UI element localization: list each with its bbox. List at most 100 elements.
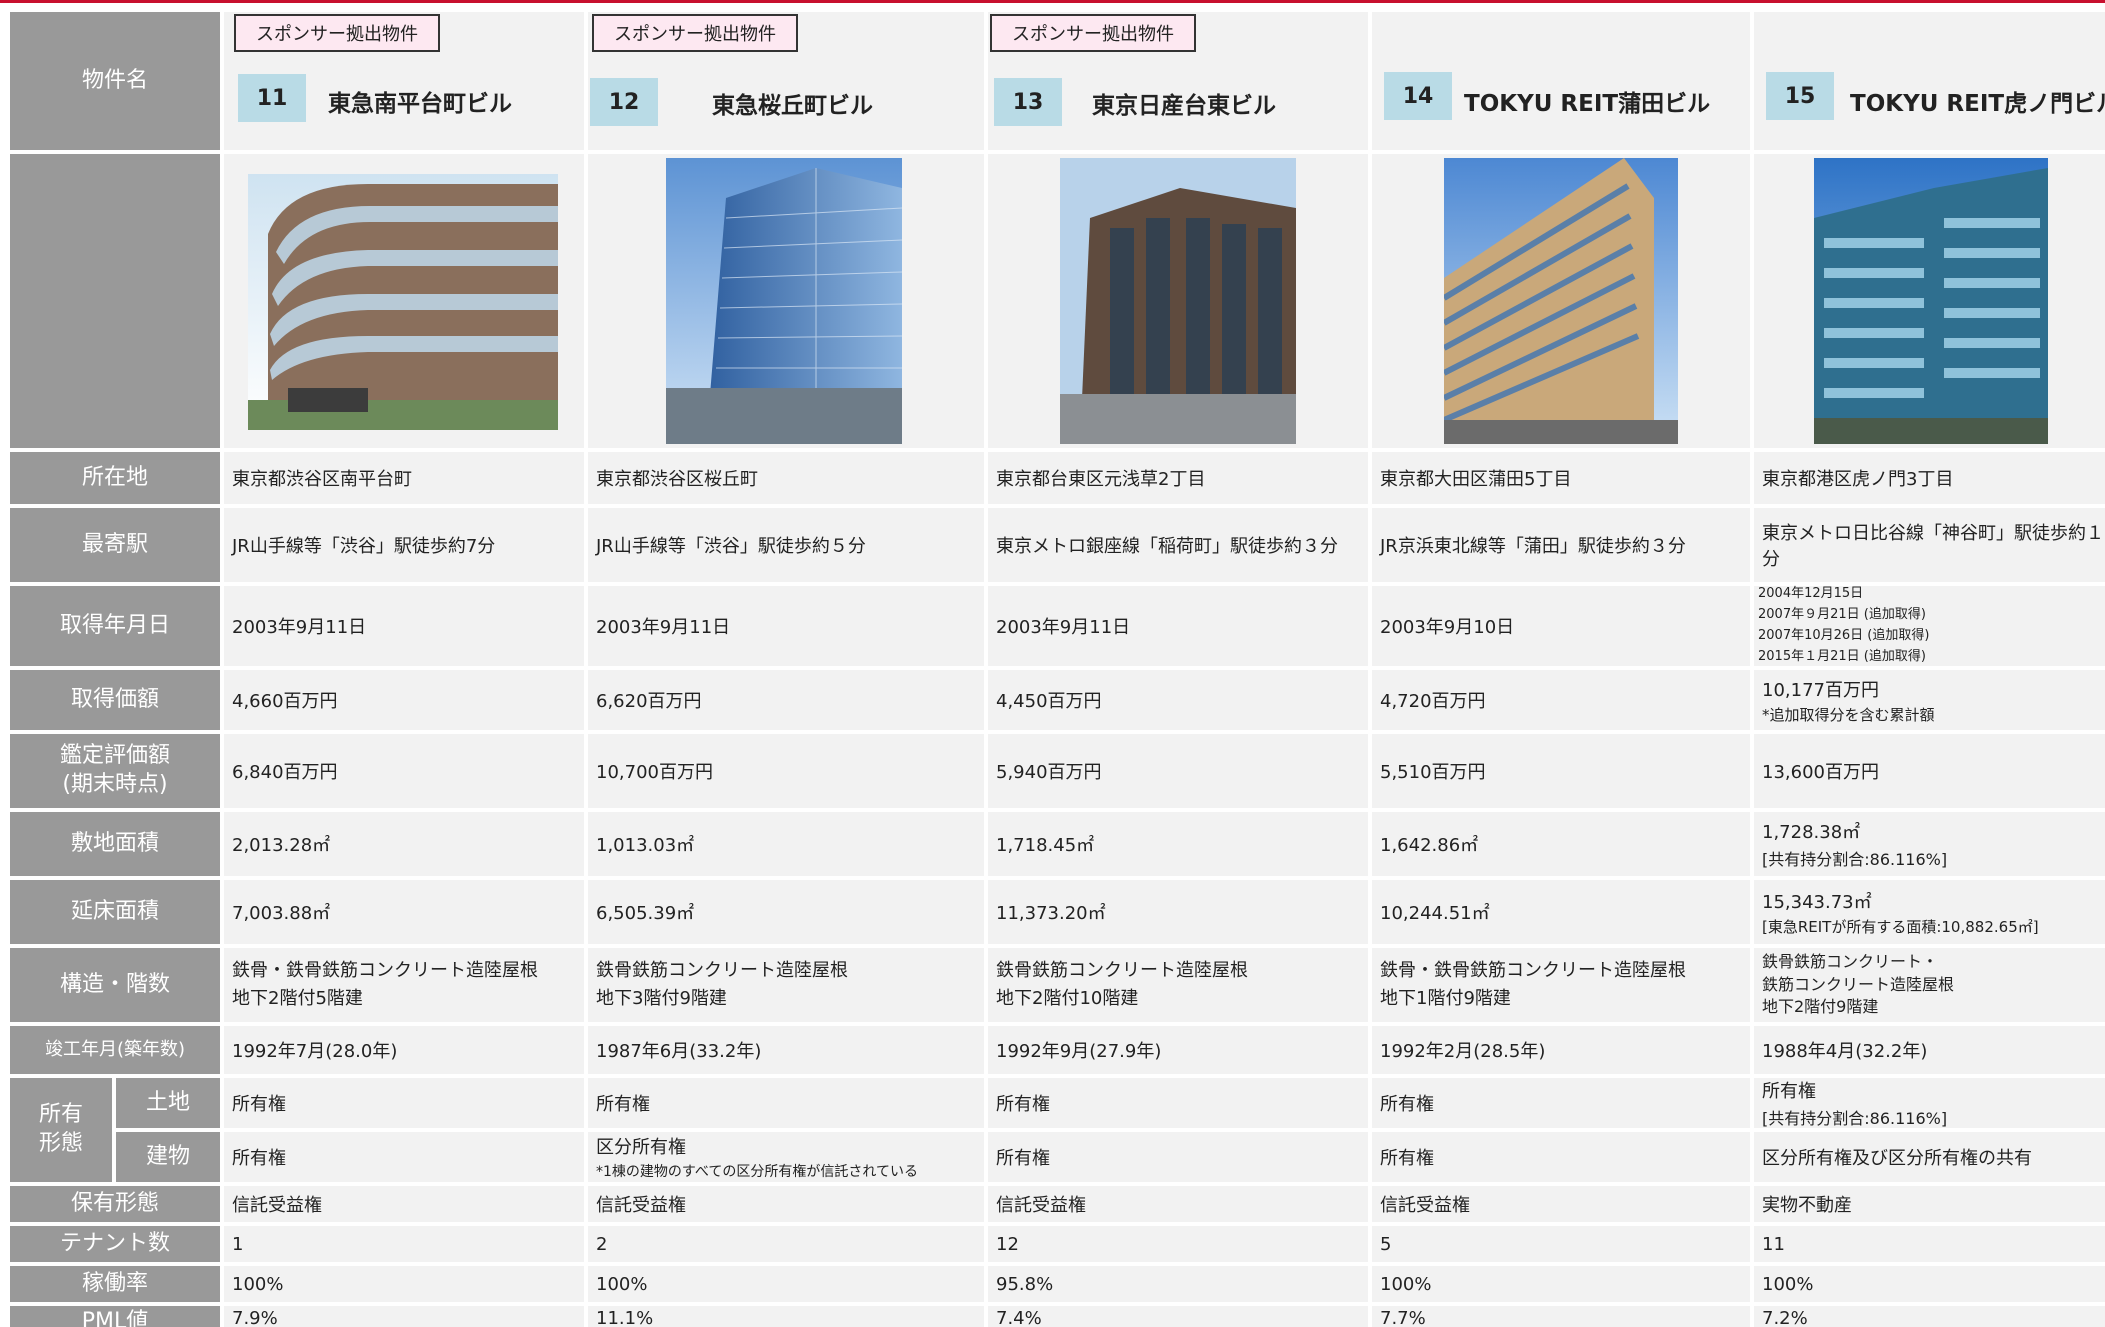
- building-photo-14: [1444, 158, 1678, 444]
- photo-cell-12: [588, 154, 984, 448]
- row-structure: 構造・階数 鉄骨・鉄骨鉄筋コンクリート造陸屋根 地下2階付5階建 鉄骨鉄筋コンク…: [10, 948, 2105, 1022]
- row-building-right: 建物 所有権 区分所有権 *1棟の建物のすべての区分所有権が信託されている 所有…: [10, 1132, 2105, 1182]
- building-right-note: *1棟の建物のすべての区分所有権が信託されている: [596, 1164, 918, 1180]
- occupancy-12: 100%: [588, 1266, 984, 1302]
- land-right-12: 所有権: [588, 1078, 984, 1128]
- floor-area-14: 10,244.51㎡: [1372, 880, 1750, 944]
- land-area-note: [共有持分割合:86.116%]: [1762, 850, 1948, 869]
- label-station: 最寄駅: [10, 508, 220, 582]
- land-right-value: 所有権: [1762, 1081, 1816, 1102]
- label-occupancy: 稼働率: [10, 1266, 220, 1302]
- name-cell-12: スポンサー拠出物件 12 東急桜丘町ビル: [588, 12, 984, 150]
- acq-price-value: 10,177百万円: [1762, 679, 1879, 701]
- property-name: 東急南平台町ビル: [328, 91, 512, 117]
- row-name: 物件名 スポンサー拠出物件 11 東急南平台町ビル スポンサー拠出物件 12 東…: [10, 12, 2105, 150]
- label-land-area: 敷地面積: [10, 812, 220, 876]
- structure-line: 鉄骨・鉄骨鉄筋コンクリート造陸屋根: [232, 960, 538, 982]
- holding-14: 信託受益権: [1372, 1186, 1750, 1222]
- sponsor-badge: スポンサー拠出物件: [592, 14, 798, 52]
- label-name: 物件名: [10, 12, 220, 150]
- property-name: 東急桜丘町ビル: [712, 93, 873, 119]
- label-location: 所在地: [10, 452, 220, 504]
- property-number: 12: [590, 78, 658, 126]
- completion-14: 1992年2月(28.5年): [1372, 1026, 1750, 1074]
- occupancy-11: 100%: [224, 1266, 584, 1302]
- label-holding: 保有形態: [10, 1186, 220, 1222]
- tenants-11: 1: [224, 1226, 584, 1262]
- row-photo: [10, 154, 2105, 448]
- floor-area-13: 11,373.20㎡: [988, 880, 1368, 944]
- building-right-14: 所有権: [1372, 1132, 1750, 1182]
- label-land: 土地: [116, 1078, 220, 1128]
- row-tenants: テナント数 1 2 12 5 11: [10, 1226, 2105, 1262]
- sponsor-badge: スポンサー拠出物件: [234, 14, 440, 52]
- structure-line: 地下2階付5階建: [232, 988, 363, 1009]
- land-area-12: 1,013.03㎡: [588, 812, 984, 876]
- label-photo: [10, 154, 220, 448]
- building-photo-13: [1060, 158, 1296, 444]
- pml-14: 7.7%: [1372, 1306, 1750, 1327]
- holding-15: 実物不動産: [1754, 1186, 2105, 1222]
- structure-line: 地下2階付10階建: [996, 988, 1139, 1009]
- land-area-14: 1,642.86㎡: [1372, 812, 1750, 876]
- property-name: TOKYU REIT虎ノ門ビル: [1850, 91, 2105, 117]
- structure-line: 地下3階付9階建: [596, 988, 727, 1009]
- row-occupancy: 稼働率 100% 100% 95.8% 100% 100%: [10, 1266, 2105, 1302]
- pml-15: 7.2%: [1754, 1306, 2105, 1327]
- label-acq-date: 取得年月日: [10, 586, 220, 666]
- sponsor-badge: スポンサー拠出物件: [990, 14, 1196, 52]
- completion-15: 1988年4月(32.2年): [1754, 1026, 2105, 1074]
- floor-area-12: 6,505.39㎡: [588, 880, 984, 944]
- structure-line: 鉄筋コンクリート造陸屋根: [1762, 974, 1955, 994]
- tenants-13: 12: [988, 1226, 1368, 1262]
- structure-line: 地下2階付9階建: [1762, 997, 1879, 1017]
- name-cell-11: スポンサー拠出物件 11 東急南平台町ビル: [224, 12, 584, 150]
- building-photo-11: [248, 174, 558, 430]
- location-11: 東京都渋谷区南平台町: [224, 452, 584, 504]
- land-right-note: [共有持分割合:86.116%]: [1762, 1109, 1948, 1128]
- row-pml: PML値 7.9% 11.1% 7.4% 7.7% 7.2%: [10, 1306, 2105, 1327]
- appraisal-12: 10,700百万円: [588, 734, 984, 808]
- label-tenants: テナント数: [10, 1226, 220, 1262]
- location-13: 東京都台東区元浅草2丁目: [988, 452, 1368, 504]
- structure-15: 鉄骨鉄筋コンクリート・ 鉄筋コンクリート造陸屋根 地下2階付9階建: [1754, 948, 2105, 1022]
- building-right-13: 所有権: [988, 1132, 1368, 1182]
- land-right-11: 所有権: [224, 1078, 584, 1128]
- station-14: JR京浜東北線等「蒲田」駅徒歩約３分: [1372, 508, 1750, 582]
- holding-13: 信託受益権: [988, 1186, 1368, 1222]
- appraisal-11: 6,840百万円: [224, 734, 584, 808]
- land-area-value: 1,728.38㎡: [1762, 822, 1861, 843]
- label-acq-price: 取得価額: [10, 670, 220, 730]
- station-11: JR山手線等「渋谷」駅徒歩約7分: [224, 508, 584, 582]
- acq-price-14: 4,720百万円: [1372, 670, 1750, 730]
- row-land-area: 敷地面積 2,013.28㎡ 1,013.03㎡ 1,718.45㎡ 1,642…: [10, 812, 2105, 876]
- land-area-15: 1,728.38㎡ [共有持分割合:86.116%]: [1754, 812, 2105, 876]
- label-floor-area: 延床面積: [10, 880, 220, 944]
- property-number: 14: [1384, 72, 1452, 120]
- pml-12: 11.1%: [588, 1306, 984, 1327]
- appraisal-13: 5,940百万円: [988, 734, 1368, 808]
- structure-line: 鉄骨鉄筋コンクリート造陸屋根: [596, 960, 848, 982]
- acq-price-13: 4,450百万円: [988, 670, 1368, 730]
- row-completion: 竣工年月(築年数) 1992年7月(28.0年) 1987年6月(33.2年) …: [10, 1026, 2105, 1074]
- pml-11: 7.9%: [224, 1306, 584, 1327]
- label-completion: 竣工年月(築年数): [10, 1026, 220, 1074]
- land-area-13: 1,718.45㎡: [988, 812, 1368, 876]
- land-right-15: 所有権 [共有持分割合:86.116%]: [1754, 1078, 2105, 1128]
- photo-cell-13: [988, 154, 1368, 448]
- property-number: 13: [994, 78, 1062, 126]
- floor-area-11: 7,003.88㎡: [224, 880, 584, 944]
- appraisal-14: 5,510百万円: [1372, 734, 1750, 808]
- pml-13: 7.4%: [988, 1306, 1368, 1327]
- name-cell-15: 15 TOKYU REIT虎ノ門ビル: [1754, 12, 2105, 150]
- land-right-14: 所有権: [1372, 1078, 1750, 1128]
- building-right-value: 区分所有権: [596, 1137, 686, 1158]
- row-acq-price: 取得価額 4,660百万円 6,620百万円 4,450百万円 4,720百万円…: [10, 670, 2105, 730]
- photo-cell-11: [224, 154, 584, 448]
- label-appraisal-line1: 鑑定評価額: [59, 743, 170, 769]
- acq-date-line: 2015年１月21日 (追加取得): [1758, 648, 1926, 664]
- row-holding: 保有形態 信託受益権 信託受益権 信託受益権 信託受益権 実物不動産: [10, 1186, 2105, 1222]
- station-12: JR山手線等「渋谷」駅徒歩約５分: [588, 508, 984, 582]
- appraisal-15: 13,600百万円: [1754, 734, 2105, 808]
- structure-11: 鉄骨・鉄骨鉄筋コンクリート造陸屋根 地下2階付5階建: [224, 948, 584, 1022]
